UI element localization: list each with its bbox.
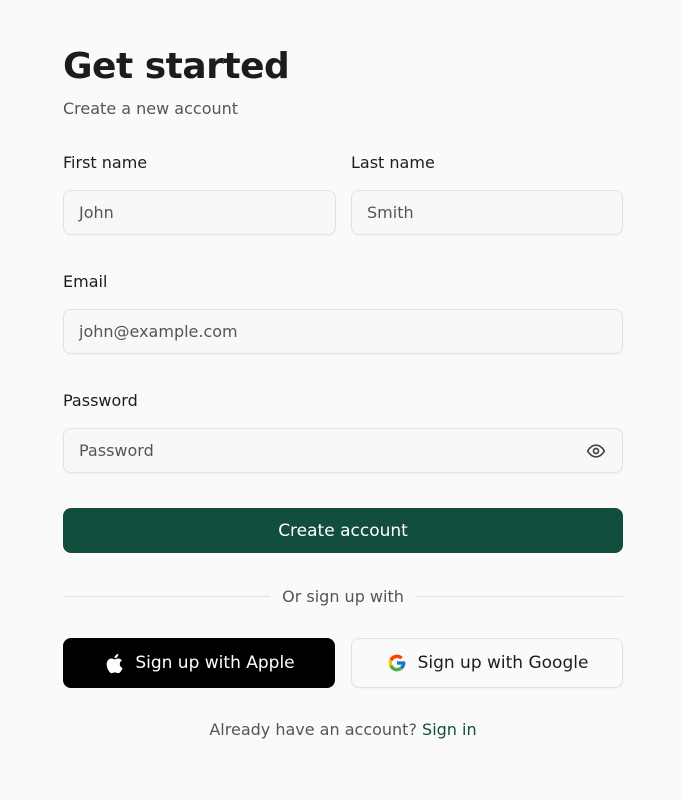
last-name-field[interactable]: Smith [351,190,623,235]
password-field[interactable]: Password [63,428,623,473]
divider: Or sign up with [63,584,623,608]
signin-link[interactable]: Sign in [422,720,477,739]
first-name-field[interactable]: John [63,190,336,235]
email-label: Email [63,272,108,291]
apple-icon [103,652,125,674]
signup-page: Get started Create a new account First n… [0,0,683,800]
first-name-value: John [79,203,114,222]
email-field[interactable]: john@example.com [63,309,623,354]
first-name-label: First name [63,153,148,172]
password-label: Password [63,391,138,410]
last-name-value: Smith [367,203,414,222]
email-value: john@example.com [79,322,238,341]
create-account-button[interactable]: Create account [63,508,623,553]
divider-line-left [63,595,271,597]
signin-footer: Already have an account? Sign in [63,720,623,739]
google-icon [386,652,408,674]
divider-text: Or sign up with [282,586,404,606]
google-signup-button[interactable]: Sign up with Google [351,638,623,688]
password-placeholder: Password [79,441,154,460]
eye-icon[interactable] [585,440,607,462]
divider-line-right [415,595,623,597]
signin-prompt: Already have an account? [209,720,417,739]
google-signup-label: Sign up with Google [417,653,589,673]
page-subtitle: Create a new account [63,99,239,118]
apple-signup-button[interactable]: Sign up with Apple [63,638,335,688]
page-title: Get started [63,46,290,87]
apple-signup-label: Sign up with Apple [135,653,295,673]
last-name-label: Last name [351,153,435,172]
